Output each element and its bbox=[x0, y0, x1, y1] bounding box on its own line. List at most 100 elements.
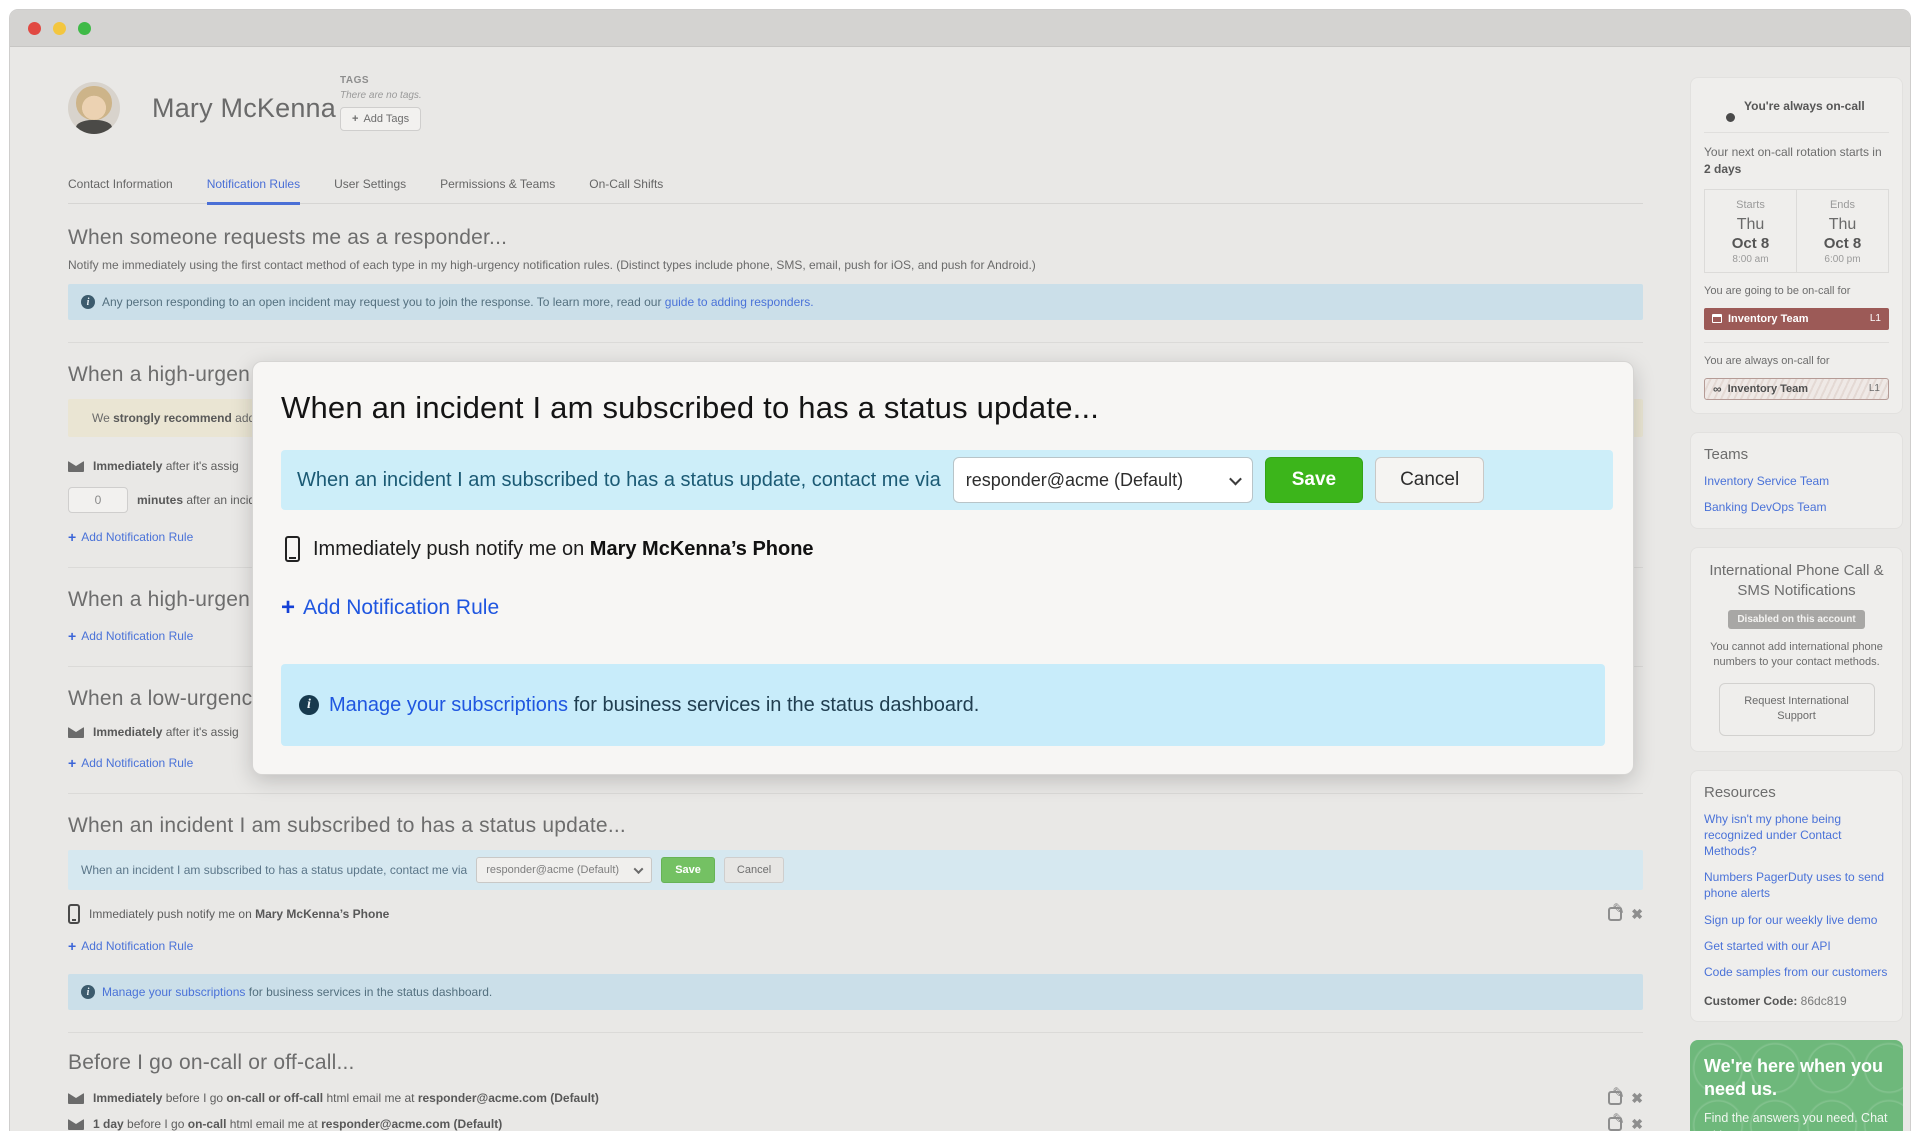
inventory-team-badge[interactable]: Inventory Team L1 bbox=[1704, 308, 1889, 330]
email-icon bbox=[68, 461, 84, 472]
resources-heading: Resources bbox=[1704, 784, 1889, 801]
disabled-badge: Disabled on this account bbox=[1728, 610, 1864, 629]
section-heading-before-oncall: Before I go on-call or off-call... bbox=[68, 1051, 1643, 1075]
support-text: Find the answers you need. Chat with a c… bbox=[1704, 1110, 1889, 1131]
chevron-down-icon bbox=[1229, 472, 1242, 485]
right-sidebar: You're always on-call Your next on-call … bbox=[1690, 77, 1903, 1131]
modal-title: When an incident I am subscribed to has … bbox=[281, 390, 1613, 426]
resource-link-api[interactable]: Get started with our API bbox=[1704, 938, 1889, 954]
modal-contact-row: When an incident I am subscribed to has … bbox=[281, 450, 1613, 510]
tab-permissions-teams[interactable]: Permissions & Teams bbox=[440, 177, 555, 203]
profile-tabs: Contact Information Notification Rules U… bbox=[68, 177, 1643, 204]
info-icon: i bbox=[81, 985, 95, 999]
subscriptions-info-banner: i Manage your subscriptions for business… bbox=[68, 974, 1643, 1010]
save-button[interactable]: Save bbox=[1265, 457, 1363, 503]
resources-card: Resources Why isn't my phone being recog… bbox=[1690, 770, 1903, 1023]
support-title: We're here when you need us. bbox=[1704, 1055, 1889, 1100]
tab-contact-information[interactable]: Contact Information bbox=[68, 177, 173, 203]
team-link-inventory-service[interactable]: Inventory Service Team bbox=[1704, 473, 1889, 489]
add-notification-rule-link[interactable]: +Add Notification Rule bbox=[281, 594, 499, 622]
page-title: Mary McKenna bbox=[152, 93, 336, 124]
tab-on-call-shifts[interactable]: On-Call Shifts bbox=[589, 177, 663, 203]
delete-icon[interactable]: ✖ bbox=[1631, 907, 1643, 921]
mobile-phone-icon bbox=[285, 536, 300, 562]
minutes-input[interactable] bbox=[68, 487, 128, 513]
email-icon bbox=[68, 727, 84, 738]
section-heading-responder: When someone requests me as a responder.… bbox=[68, 226, 1643, 250]
push-notify-row: Immediately push notify me on Mary McKen… bbox=[68, 904, 1643, 924]
responder-description: Notify me immediately using the first co… bbox=[68, 258, 1643, 272]
resource-link-code-samples[interactable]: Code samples from our customers bbox=[1704, 964, 1889, 980]
oncall-rule-row-2: 1 day before I go on-call html email me … bbox=[68, 1117, 1643, 1131]
window-zoom-button[interactable] bbox=[78, 22, 91, 35]
contact-method-select[interactable]: responder@acme (Default) bbox=[476, 857, 652, 883]
add-notification-rule-link[interactable]: +Add Notification Rule bbox=[68, 755, 193, 771]
no-tags-text: There are no tags. bbox=[340, 90, 422, 101]
email-icon bbox=[68, 1119, 84, 1130]
window-titlebar bbox=[10, 10, 1910, 47]
section-divider bbox=[68, 342, 1643, 343]
info-icon: i bbox=[81, 295, 95, 309]
oncall-rule-row-1: Immediately before I go on-call or off-c… bbox=[68, 1091, 1643, 1105]
edit-icon[interactable] bbox=[1608, 1117, 1622, 1131]
cancel-button[interactable]: Cancel bbox=[724, 857, 784, 883]
request-international-support-button[interactable]: Request International Support bbox=[1719, 683, 1875, 736]
email-icon bbox=[68, 1093, 84, 1104]
save-button[interactable]: Save bbox=[661, 857, 715, 883]
resource-link-phone-recognized[interactable]: Why isn't my phone being recognized unde… bbox=[1704, 811, 1889, 860]
contact-method-select[interactable]: responder@acme (Default) bbox=[953, 457, 1253, 503]
guide-to-adding-responders-link[interactable]: guide to adding responders. bbox=[665, 295, 814, 309]
manage-subscriptions-link[interactable]: Manage your subscriptions bbox=[329, 694, 568, 716]
cancel-button[interactable]: Cancel bbox=[1375, 457, 1484, 503]
info-icon: i bbox=[299, 695, 319, 715]
plus-icon: + bbox=[68, 628, 76, 644]
modal-push-notify-row: Immediately push notify me on Mary McKen… bbox=[281, 536, 1613, 562]
user-header: Mary McKenna TAGS There are no tags. +Ad… bbox=[68, 81, 1643, 135]
plus-icon: + bbox=[352, 113, 358, 125]
delete-icon[interactable]: ✖ bbox=[1631, 1117, 1643, 1131]
ends-cell: Ends Thu Oct 8 6:00 pm bbox=[1796, 189, 1889, 273]
tags-block: TAGS There are no tags. +Add Tags bbox=[340, 75, 422, 131]
add-notification-rule-link[interactable]: +Add Notification Rule bbox=[68, 628, 193, 644]
teams-card: Teams Inventory Service Team Banking Dev… bbox=[1690, 432, 1903, 529]
section-heading-subscribed: When an incident I am subscribed to has … bbox=[68, 814, 1643, 838]
support-card: We're here when you need us. Find the an… bbox=[1690, 1040, 1903, 1131]
going-oncall-text: You are going to be on-call for bbox=[1704, 284, 1889, 300]
plus-icon: + bbox=[281, 594, 295, 622]
tab-notification-rules[interactable]: Notification Rules bbox=[207, 177, 300, 205]
teams-heading: Teams bbox=[1704, 446, 1889, 463]
manage-subscriptions-link[interactable]: Manage your subscriptions bbox=[102, 985, 245, 999]
modal-subscriptions-banner: i Manage your subscriptions for business… bbox=[281, 664, 1605, 746]
starts-cell: Starts Thu Oct 8 8:00 am bbox=[1704, 189, 1797, 273]
window-close-button[interactable] bbox=[28, 22, 41, 35]
customer-code: Customer Code: 86dc819 bbox=[1704, 994, 1889, 1008]
delete-icon[interactable]: ✖ bbox=[1631, 1091, 1643, 1105]
add-notification-rule-link[interactable]: +Add Notification Rule bbox=[68, 529, 193, 545]
infinity-icon: ∞ bbox=[1713, 383, 1722, 395]
window-minimize-button[interactable] bbox=[53, 22, 66, 35]
subscribed-contact-row: When an incident I am subscribed to has … bbox=[68, 850, 1643, 890]
international-heading: International Phone Call & SMS Notificat… bbox=[1704, 561, 1889, 600]
oncall-card-title: You're always on-call bbox=[1744, 99, 1865, 113]
international-card: International Phone Call & SMS Notificat… bbox=[1690, 547, 1903, 752]
add-notification-rule-link[interactable]: +Add Notification Rule bbox=[68, 938, 193, 954]
tab-user-settings[interactable]: User Settings bbox=[334, 177, 406, 203]
oncall-dates-table: Starts Thu Oct 8 8:00 am Ends Thu Oct 8 … bbox=[1704, 189, 1889, 273]
team-link-banking-devops[interactable]: Banking DevOps Team bbox=[1704, 499, 1889, 515]
section-divider bbox=[68, 1032, 1643, 1033]
user-avatar bbox=[68, 82, 120, 134]
resource-link-weekly-demo[interactable]: Sign up for our weekly live demo bbox=[1704, 912, 1889, 928]
resource-link-numbers[interactable]: Numbers PagerDuty uses to send phone ale… bbox=[1704, 869, 1889, 901]
page-content: Mary McKenna TAGS There are no tags. +Ad… bbox=[10, 47, 1910, 1131]
avatar-status-icon bbox=[1724, 111, 1737, 124]
calendar-icon bbox=[1712, 314, 1722, 323]
add-tags-button[interactable]: +Add Tags bbox=[340, 107, 421, 131]
always-oncall-text: You are always on-call for bbox=[1704, 354, 1889, 370]
edit-icon[interactable] bbox=[1608, 907, 1622, 921]
oncall-status-card: You're always on-call Your next on-call … bbox=[1690, 77, 1903, 414]
plus-icon: + bbox=[68, 755, 76, 771]
chevron-down-icon bbox=[634, 864, 644, 874]
edit-icon[interactable] bbox=[1608, 1091, 1622, 1105]
inventory-team-always-badge[interactable]: ∞ Inventory Team L1 bbox=[1704, 378, 1889, 400]
section-divider bbox=[68, 793, 1643, 794]
